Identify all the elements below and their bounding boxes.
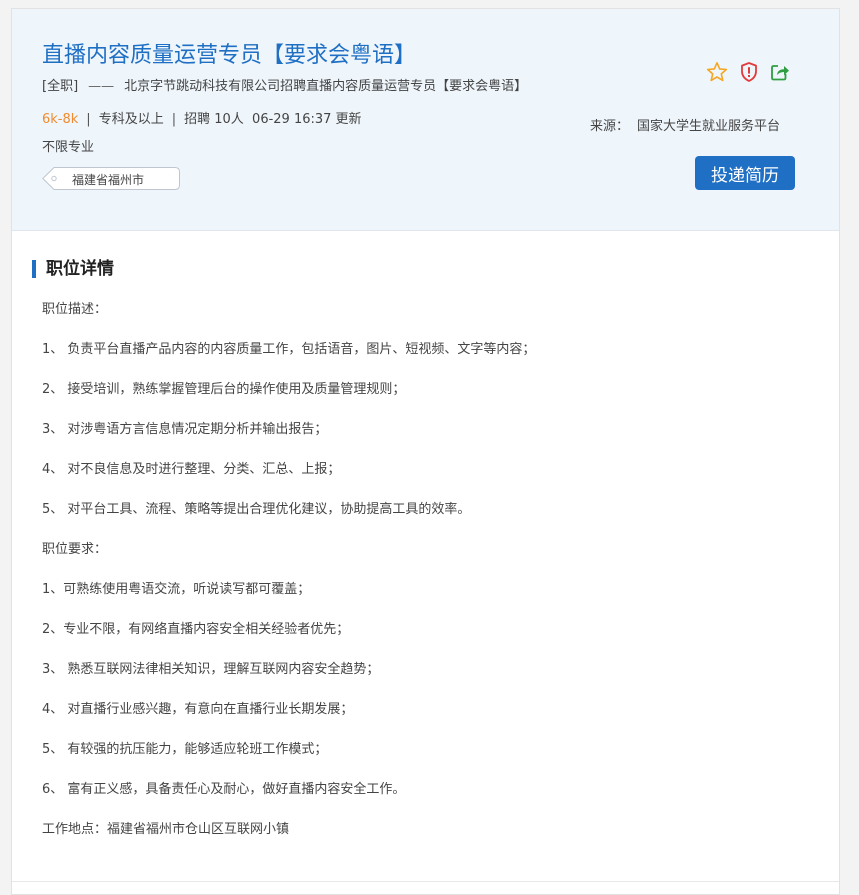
paragraph: 4、 对直播行业感兴趣，有意向在直播行业长期发展；: [42, 702, 354, 717]
paragraph: 5、 对平台工具、流程、策略等提出合理优化建议，协助提高工具的效率。: [42, 502, 471, 517]
paragraph: 3、 对涉粤语方言信息情况定期分析并输出报告；: [42, 422, 328, 437]
meta-separator: |: [171, 112, 177, 127]
share-icon[interactable]: [769, 61, 791, 83]
location-tag[interactable]: 福建省福州市: [42, 167, 180, 190]
source-value: 国家大学生就业服务平台: [637, 119, 781, 134]
paragraph: 工作地点：福建省福州市仓山区互联网小镇: [42, 822, 290, 837]
job-meta: 6k-8k | 专科及以上 | 招聘 10人 06-29 16:37 更新: [42, 108, 362, 127]
paragraph: 职位描述：: [42, 302, 108, 317]
company-line: 北京字节跳动科技有限公司招聘直播内容质量运营专员【要求会粤语】: [124, 79, 528, 94]
location-tag-label: 福建省福州市: [72, 173, 145, 187]
job-card: 直播内容质量运营专员【要求会粤语】 [全职] —— 北京字节跳动科技有限公司招聘直播…: [11, 8, 840, 895]
job-subline: [全职] —— 北京字节跳动科技有限公司招聘直播内容质量运营专员【要求会粤语】: [42, 75, 527, 94]
paragraph: 职位要求：: [42, 542, 108, 557]
paragraph: 1、可熟练使用粤语交流，听说读写都可覆盖；: [42, 582, 311, 597]
subline-dash: ——: [88, 79, 115, 94]
job-description: 职位描述： 1、 负责平台直播产品内容的内容质量工作，包括语音，图片、短视频、文…: [42, 301, 822, 861]
footer-divider: [12, 881, 839, 882]
job-title: 直播内容质量运营专员【要求会粤语】: [42, 43, 417, 68]
job-header: 直播内容质量运营专员【要求会粤语】 [全职] —— 北京字节跳动科技有限公司招聘直播…: [12, 9, 839, 231]
paragraph: 3、 熟悉互联网法律相关知识，理解互联网内容安全趋势；: [42, 662, 380, 677]
source-label: 来源：: [590, 119, 630, 134]
job-source: 来源： 国家大学生就业服务平台: [590, 115, 780, 134]
apply-resume-button[interactable]: 投递简历: [695, 156, 795, 190]
section-title-job-details: 职位详情: [32, 260, 114, 278]
paragraph: 2、专业不限，有网络直播内容安全相关经验者优先；: [42, 622, 350, 637]
star-icon[interactable]: [706, 61, 728, 83]
paragraph: 4、 对不良信息及时进行整理、分类、汇总、上报；: [42, 462, 341, 477]
major-requirement: 不限专业: [42, 140, 95, 155]
headcount: 招聘 10人: [184, 112, 244, 127]
paragraph: 6、 富有正义感，具备责任心及耐心，做好直播内容安全工作。: [42, 782, 406, 797]
paragraph: 1、 负责平台直播产品内容的内容质量工作，包括语音，图片、短视频、文字等内容；: [42, 342, 536, 357]
updated-time: 06-29 16:37 更新: [252, 112, 362, 127]
meta-separator: |: [86, 112, 91, 127]
salary: 6k-8k: [42, 112, 79, 127]
shield-alert-icon[interactable]: [738, 61, 760, 83]
paragraph: 2、 接受培训，熟练掌握管理后台的操作使用及质量管理规则；: [42, 382, 406, 397]
education: 专科及以上: [98, 112, 164, 127]
paragraph: 5、 有较强的抗压能力，能够适应轮班工作模式；: [42, 742, 328, 757]
job-type: [全职]: [42, 79, 79, 94]
